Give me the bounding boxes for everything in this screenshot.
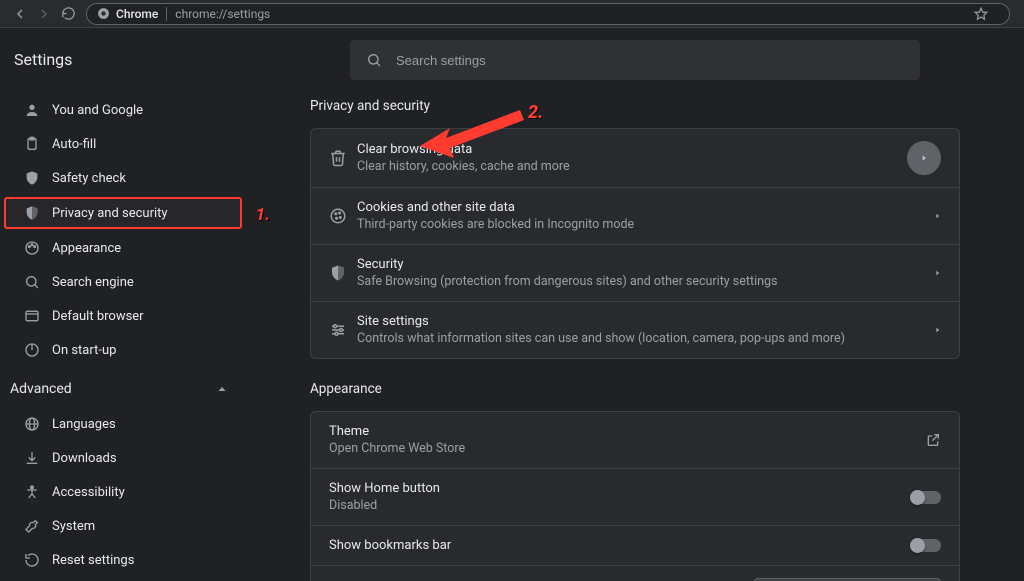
sidebar-item-on-startup[interactable]: On start-up [0,333,250,367]
row-theme[interactable]: Theme Open Chrome Web Store [311,412,959,468]
forward-button[interactable] [32,2,56,26]
shield-icon [24,205,46,221]
sidebar-label: Languages [52,417,116,432]
globe-icon [24,416,46,432]
settings-main: Privacy and security Clear browsing data… [250,28,1024,581]
sidebar-item-reset-settings[interactable]: Reset settings [0,543,250,577]
row-subtitle: Safe Browsing (protection from dangerous… [357,274,934,289]
palette-icon [24,240,46,256]
shield-check-icon [24,170,46,186]
row-subtitle: Clear history, cookies, cache and more [357,159,907,174]
chevron-right-icon [934,268,941,278]
clipboard-icon [24,136,46,152]
row-show-bookmarks-bar[interactable]: Show bookmarks bar [311,525,959,565]
sidebar-label: Reset settings [52,553,134,568]
chevron-right-icon [934,211,941,221]
person-icon [24,102,46,118]
sidebar-item-downloads[interactable]: Downloads [0,441,250,475]
privacy-card: Clear browsing data Clear history, cooki… [310,128,960,359]
wrench-icon [24,518,46,534]
row-font-size[interactable]: Font size Medium (Recommended) [311,565,959,581]
sidebar-label: Downloads [52,451,117,466]
sidebar-item-system[interactable]: System [0,509,250,543]
power-icon [24,342,46,358]
row-title: Show bookmarks bar [329,538,911,553]
row-clear-browsing-data[interactable]: Clear browsing data Clear history, cooki… [311,129,959,187]
omnibox-url: chrome://settings [175,7,270,21]
sidebar-label: Default browser [52,309,144,324]
sidebar-item-languages[interactable]: Languages [0,407,250,441]
sidebar-label: Auto-fill [52,137,96,152]
search-icon [24,274,46,290]
download-icon [24,450,46,466]
toggle-switch[interactable] [911,491,941,504]
annotation-2: 2. [528,102,543,123]
chevron-right-circle-icon[interactable] [907,141,941,175]
omnibox-separator [166,7,167,21]
sidebar-label: Search engine [52,275,134,290]
address-bar[interactable]: Chrome chrome://settings [86,3,1010,25]
appearance-card: Theme Open Chrome Web Store Show Home bu… [310,411,960,581]
sidebar-label: You and Google [52,103,143,118]
sidebar-item-autofill[interactable]: Auto-fill [0,127,250,161]
row-title: Clear browsing data [357,142,907,157]
back-button[interactable] [8,2,32,26]
search-settings[interactable] [350,40,920,80]
reload-button[interactable] [56,2,80,26]
row-subtitle: Disabled [329,498,911,513]
row-title: Security [357,257,934,272]
trash-icon [329,149,357,167]
row-cookies[interactable]: Cookies and other site data Third-party … [311,187,959,244]
settings-title: Settings [0,50,250,93]
chevron-up-icon [216,383,228,395]
sidebar-item-accessibility[interactable]: Accessibility [0,475,250,509]
browser-top-bar: Chrome chrome://settings [0,0,1024,28]
row-title: Show Home button [329,481,911,496]
row-title: Site settings [357,314,934,329]
chevron-right-icon [934,325,941,335]
row-subtitle: Controls what information sites can use … [357,331,934,346]
settings-sidebar: Settings You and Google Auto-fill Safety… [0,28,250,581]
sidebar-label: Appearance [52,241,121,256]
sidebar-label: Privacy and security [52,206,168,221]
open-external-icon[interactable] [925,432,941,448]
row-subtitle: Third-party cookies are blocked in Incog… [357,217,934,232]
sidebar-item-default-browser[interactable]: Default browser [0,299,250,333]
omnibox-app-label: Chrome [116,7,158,21]
row-subtitle: Open Chrome Web Store [329,441,925,456]
advanced-label: Advanced [10,381,72,397]
search-input[interactable] [396,53,904,68]
row-title: Cookies and other site data [357,200,934,215]
row-site-settings[interactable]: Site settings Controls what information … [311,301,959,358]
shield-icon [329,264,357,282]
tune-icon [329,321,357,339]
row-show-home-button[interactable]: Show Home button Disabled [311,468,959,525]
cookie-icon [329,207,357,225]
sidebar-label: Safety check [52,171,126,186]
section-title-appearance: Appearance [310,381,960,397]
restore-icon [24,552,46,568]
search-icon [366,52,382,68]
sidebar-label: Accessibility [52,485,125,500]
sidebar-item-safety-check[interactable]: Safety check [0,161,250,195]
sidebar-item-privacy-and-security[interactable]: Privacy and security 1. [4,197,242,229]
bookmark-star-icon[interactable] [969,7,993,21]
accessibility-icon [24,484,46,500]
sidebar-item-search-engine[interactable]: Search engine [0,265,250,299]
chrome-icon: Chrome [97,7,158,21]
section-title-privacy: Privacy and security [310,98,960,114]
sidebar-label: On start-up [52,343,116,358]
toggle-switch[interactable] [911,539,941,552]
browser-icon [24,308,46,324]
sidebar-advanced-toggle[interactable]: Advanced [0,367,250,407]
row-title: Theme [329,424,925,439]
sidebar-label: System [52,519,95,534]
sidebar-item-you-and-google[interactable]: You and Google [0,93,250,127]
row-security[interactable]: Security Safe Browsing (protection from … [311,244,959,301]
sidebar-item-appearance[interactable]: Appearance [0,231,250,265]
